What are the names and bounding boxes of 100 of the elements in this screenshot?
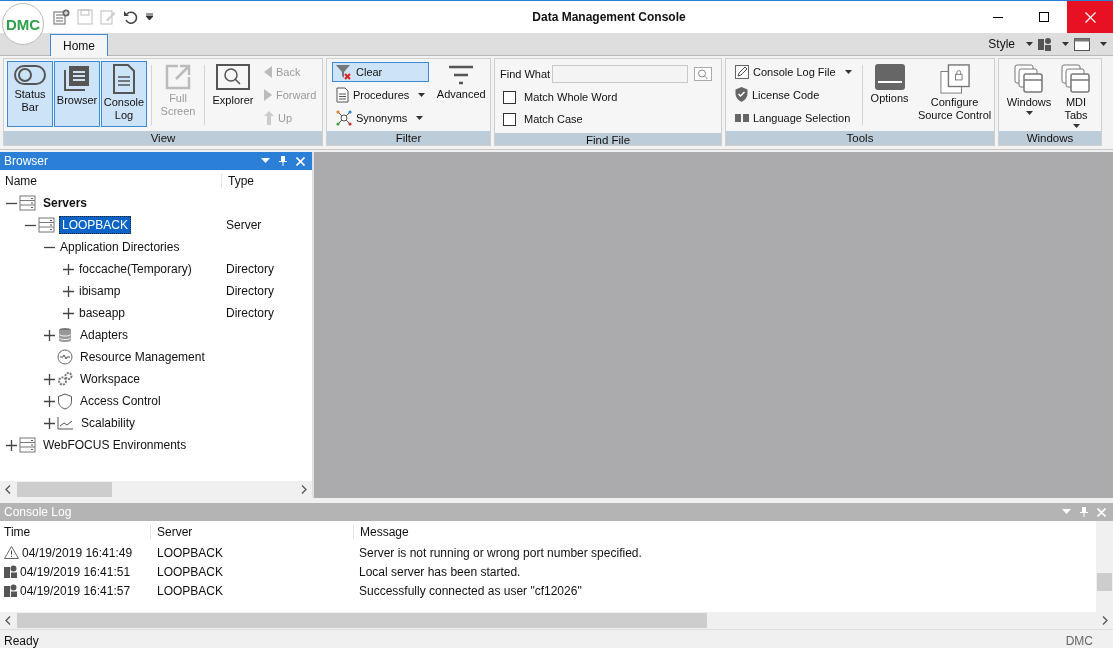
find-what-field[interactable] bbox=[552, 65, 689, 83]
tree-item[interactable]: Application Directories bbox=[57, 238, 183, 256]
table-cell-text: LOOPBACK bbox=[156, 583, 225, 598]
tree-item[interactable]: Resource Management bbox=[77, 348, 208, 366]
language-keys-icon bbox=[735, 113, 749, 122]
column-header[interactable]: Server bbox=[150, 525, 353, 539]
panel-icon bbox=[874, 64, 905, 90]
scroll-right-icon[interactable] bbox=[1102, 616, 1108, 625]
group-label: Find File bbox=[495, 133, 721, 145]
windows-menu-button[interactable]: Windows bbox=[1002, 61, 1056, 127]
horizontal-scrollbar[interactable] bbox=[0, 481, 312, 498]
tree-item[interactable]: Workspace bbox=[77, 370, 143, 388]
clear-filter-button[interactable]: Clear bbox=[332, 62, 430, 83]
users-icon bbox=[4, 565, 17, 578]
ribbon-toggle-button[interactable]: Console Log bbox=[101, 61, 147, 127]
caret-icon bbox=[1100, 42, 1107, 46]
minimize-icon bbox=[993, 16, 1003, 18]
close-icon bbox=[1084, 11, 1096, 23]
cascade-windows-icon bbox=[1061, 64, 1091, 94]
explorer-button[interactable]: Explorer bbox=[209, 61, 257, 127]
tool-menu-button[interactable]: Language Selection bbox=[731, 107, 856, 128]
column-header[interactable]: Message bbox=[353, 525, 409, 539]
dropdown-menu-button[interactable]: Procedures bbox=[332, 85, 430, 105]
expand-window-icon bbox=[165, 64, 191, 90]
vertical-scrollbar[interactable] bbox=[1096, 521, 1113, 612]
tree-item[interactable]: foccache(Temporary) bbox=[76, 260, 195, 278]
scroll-right-icon[interactable] bbox=[301, 485, 307, 494]
ribbon-toggle-button[interactable]: Status Bar bbox=[7, 61, 53, 127]
dropdown-menu-button[interactable]: Synonyms bbox=[332, 107, 430, 128]
tree-item[interactable]: WebFOCUS Environments bbox=[40, 436, 190, 454]
server-icon bbox=[19, 437, 36, 453]
group-label: Tools bbox=[726, 131, 994, 145]
options-button[interactable]: Options bbox=[866, 61, 913, 127]
group-label: Windows bbox=[999, 131, 1101, 145]
caret-icon bbox=[1025, 111, 1033, 115]
document-icon bbox=[336, 87, 349, 103]
table-cell: 04/19/2019 16:41:49 bbox=[22, 545, 133, 560]
gauge-icon bbox=[57, 349, 73, 365]
pin-icon[interactable] bbox=[279, 156, 287, 166]
locked-pages-icon bbox=[939, 64, 970, 94]
tree-item[interactable]: LOOPBACK bbox=[59, 216, 132, 234]
panel-title: Browser bbox=[4, 154, 48, 168]
new-document-icon[interactable] bbox=[53, 9, 70, 25]
tree-item[interactable]: Scalability bbox=[78, 414, 139, 432]
maximize-icon bbox=[1039, 12, 1049, 22]
left-arrow-icon bbox=[264, 66, 272, 79]
column-header[interactable]: Time bbox=[0, 525, 150, 539]
server-icon bbox=[19, 195, 36, 211]
group-label: View bbox=[4, 131, 322, 145]
window-title: Data Management Console bbox=[532, 10, 686, 24]
tree-item[interactable]: ibisamp bbox=[76, 282, 124, 300]
tree-item[interactable]: baseapp bbox=[76, 304, 129, 322]
database-icon bbox=[57, 327, 73, 343]
expand-icon[interactable] bbox=[6, 439, 17, 451]
tool-menu-button[interactable]: License Code bbox=[731, 85, 856, 105]
tree-item[interactable]: Servers bbox=[40, 194, 91, 212]
column-header[interactable]: Name bbox=[0, 174, 222, 188]
expand-icon[interactable] bbox=[63, 263, 74, 275]
expand-icon[interactable] bbox=[44, 373, 55, 385]
checkbox[interactable] bbox=[503, 112, 516, 126]
expand-icon[interactable] bbox=[44, 417, 55, 429]
table-cell: 04/19/2019 16:41:57 bbox=[20, 583, 131, 598]
caret-icon bbox=[1026, 42, 1033, 46]
caret-icon bbox=[844, 70, 852, 75]
tree-type-cell-text: Directory bbox=[225, 284, 274, 298]
expand-icon[interactable] bbox=[63, 285, 74, 297]
scroll-left-icon[interactable] bbox=[5, 616, 11, 625]
undo-icon[interactable] bbox=[123, 9, 139, 25]
checkbox-label: Match Whole Word bbox=[524, 91, 618, 103]
configure-source-control-button[interactable]: Configure Source Control bbox=[913, 61, 994, 127]
close-icon[interactable] bbox=[296, 156, 305, 166]
table-cell-text: Local server has been started. bbox=[358, 564, 521, 579]
customize-menu-icon[interactable] bbox=[146, 13, 153, 21]
ribbon-toggle-button[interactable]: Browser bbox=[54, 61, 100, 127]
right-arrow-icon bbox=[264, 89, 272, 101]
shield-icon bbox=[57, 392, 73, 410]
scroll-left-icon[interactable] bbox=[5, 485, 11, 494]
field-label: Find What bbox=[500, 68, 551, 80]
ribbon-tab[interactable]: Home bbox=[50, 34, 108, 56]
style-menu[interactable]: Style bbox=[987, 36, 1016, 52]
server-icon bbox=[38, 217, 55, 233]
tree-item[interactable]: Adapters bbox=[77, 326, 132, 344]
expand-icon[interactable] bbox=[63, 307, 74, 319]
expand-icon[interactable] bbox=[44, 329, 55, 341]
dropdown-icon[interactable] bbox=[261, 158, 270, 164]
tool-menu-button[interactable]: Console Log File bbox=[731, 62, 856, 83]
checkbox[interactable] bbox=[503, 90, 516, 104]
horizontal-scrollbar[interactable] bbox=[0, 612, 1113, 629]
expand-icon[interactable] bbox=[44, 395, 55, 407]
windows-menu-button[interactable]: MDI Tabs bbox=[1057, 61, 1095, 127]
users-icon[interactable] bbox=[1038, 37, 1052, 51]
pencil-icon bbox=[735, 65, 749, 80]
warning-icon bbox=[4, 546, 19, 559]
advanced-filter-button[interactable]: Advanced bbox=[432, 61, 490, 127]
tree-item[interactable]: Access Control bbox=[77, 392, 164, 410]
status-text: Ready bbox=[4, 633, 39, 648]
column-header[interactable]: Type bbox=[222, 174, 254, 188]
window-layout-icon[interactable] bbox=[1074, 37, 1090, 51]
filter-lines-icon bbox=[448, 64, 475, 86]
tree-type-cell-text: Server bbox=[225, 218, 262, 232]
